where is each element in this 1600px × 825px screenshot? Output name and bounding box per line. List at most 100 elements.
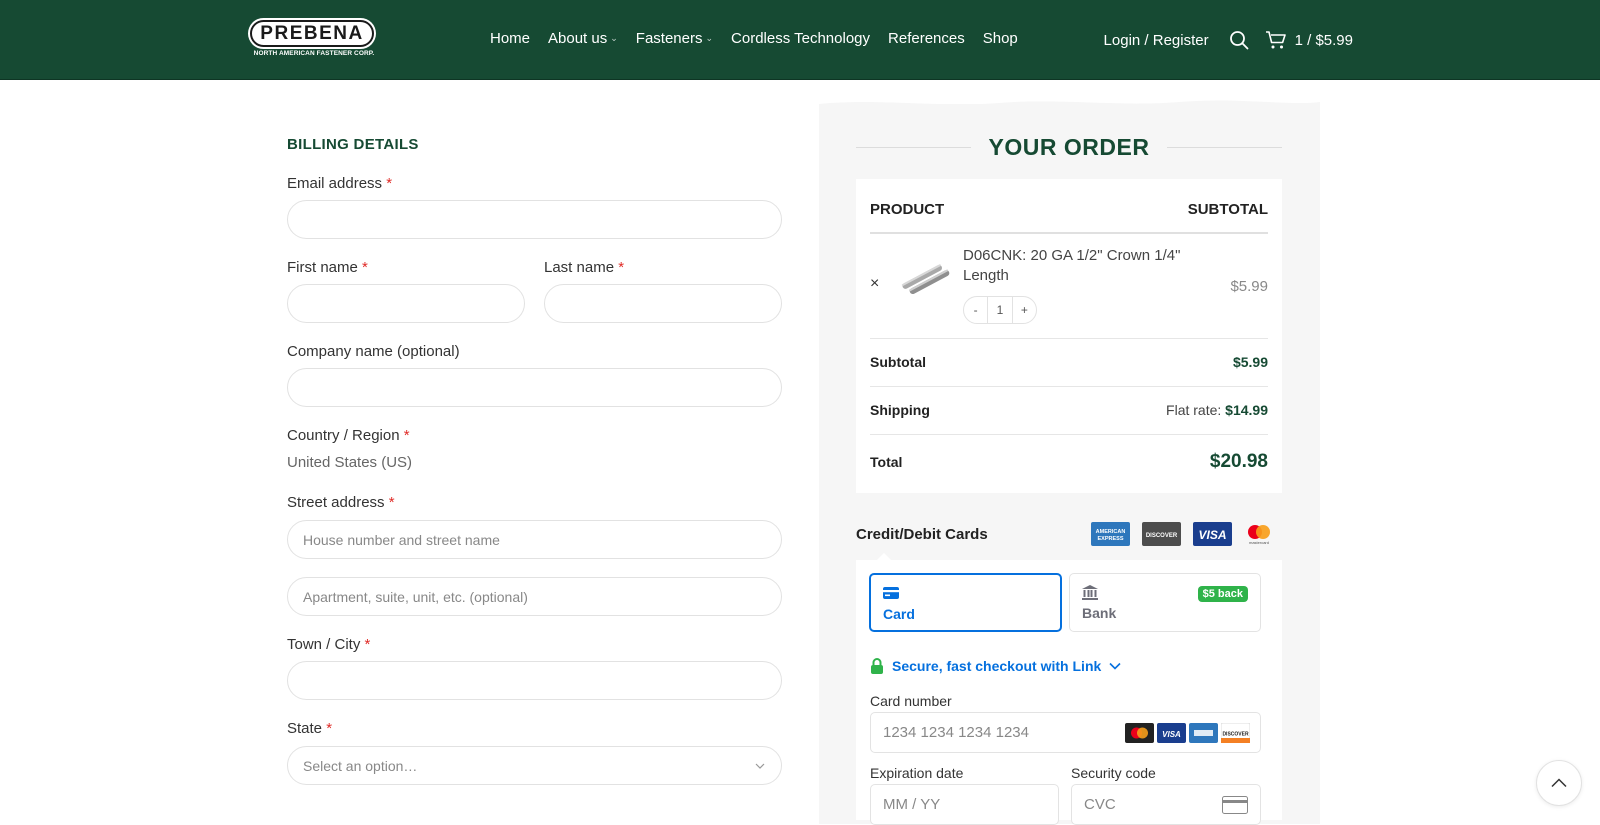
- nav-shop[interactable]: Shop: [983, 30, 1018, 47]
- tab-bank[interactable]: Bank $5 back: [1069, 573, 1261, 632]
- chevron-down-icon: [755, 763, 765, 769]
- quantity-stepper: - 1 +: [963, 296, 1037, 324]
- required-mark: *: [386, 175, 393, 192]
- shipping-label: Shipping: [870, 402, 930, 418]
- cart-icon[interactable]: [1265, 30, 1287, 50]
- nav-cordless-technology[interactable]: Cordless Technology: [731, 30, 870, 47]
- order-title-row: YOUR ORDER: [856, 132, 1282, 162]
- shipping-method: Flat rate: $14.99: [1166, 402, 1268, 418]
- bank-icon: [1082, 585, 1098, 600]
- panel-wave-edge: [819, 100, 1320, 112]
- last-name-label-text: Last name: [544, 259, 615, 276]
- logo-wordmark: PREBENA: [250, 20, 374, 47]
- first-name-field[interactable]: [287, 284, 525, 323]
- col-subtotal: SUBTOTAL: [1187, 201, 1268, 218]
- street-address-2-placeholder: Apartment, suite, unit, etc. (optional): [303, 588, 528, 605]
- last-name-field[interactable]: [544, 284, 782, 323]
- card-number-label: Card number: [870, 693, 952, 709]
- first-name-label: First name *: [287, 259, 368, 276]
- chevron-down-icon: [1109, 662, 1121, 670]
- cvc-card-icon: [1222, 795, 1248, 814]
- svg-text:AMERICAN: AMERICAN: [1096, 529, 1126, 535]
- nav-references[interactable]: References: [888, 30, 965, 47]
- billing-details-title: BILLING DETAILS: [287, 136, 419, 153]
- total-label: Total: [870, 454, 903, 470]
- header-actions: Login / Register 1 / $5.99: [1104, 30, 1353, 50]
- card-number-field[interactable]: 1234 1234 1234 1234 VISA DISCOVER: [870, 712, 1261, 753]
- visa-logo-icon: VISA: [1193, 522, 1232, 546]
- shipping-method-name: Flat rate:: [1166, 402, 1222, 418]
- order-title: YOUR ORDER: [988, 133, 1150, 160]
- divider: [870, 386, 1268, 387]
- cvc-field[interactable]: CVC: [1071, 784, 1261, 825]
- subtotal-value: $5.99: [1232, 354, 1268, 370]
- logo-tagline: NORTH AMERICAN FASTENER CORP.: [253, 50, 375, 57]
- street-address-2-field[interactable]: Apartment, suite, unit, etc. (optional): [287, 577, 782, 616]
- required-mark: *: [403, 427, 410, 444]
- subtotal-row: Subtotal $5.99: [870, 354, 1268, 370]
- payment-method-header: Credit/Debit Cards AMERICAN EXPRESS DISCO…: [856, 522, 1274, 546]
- city-field[interactable]: [287, 661, 782, 700]
- link-checkout-toggle[interactable]: Secure, fast checkout with Link: [870, 658, 1121, 674]
- tab-card-label: Card: [883, 606, 915, 622]
- mastercard-icon: [1125, 722, 1154, 743]
- order-table-header: PRODUCT SUBTOTAL: [870, 201, 1268, 218]
- lock-icon: [871, 658, 883, 674]
- country-value: United States (US): [287, 454, 413, 471]
- street-address-1-field[interactable]: House number and street name: [287, 520, 782, 559]
- country-label-text: Country / Region: [287, 427, 400, 444]
- col-product: PRODUCT: [870, 201, 945, 218]
- qty-decrease-button[interactable]: -: [964, 297, 987, 323]
- total-value: $20.98: [1209, 451, 1268, 472]
- nav-about-us[interactable]: About us ⌄: [548, 30, 618, 47]
- remove-item-icon[interactable]: ×: [870, 275, 879, 293]
- company-field[interactable]: [287, 368, 782, 407]
- item-price: $5.99: [1230, 278, 1268, 295]
- svg-text:DISCOVER: DISCOVER: [1222, 731, 1249, 737]
- site-header: PREBENA NORTH AMERICAN FASTENER CORP. Ho…: [0, 0, 1600, 80]
- product-name[interactable]: D06CNK: 20 GA 1/2" Crown 1/4" Length: [963, 246, 1203, 286]
- cvc-placeholder: CVC: [1084, 796, 1116, 813]
- shipping-row: Shipping Flat rate: $14.99: [870, 402, 1268, 418]
- street-label: Street address *: [287, 494, 395, 511]
- nav-home[interactable]: Home: [490, 30, 530, 47]
- logo[interactable]: PREBENA NORTH AMERICAN FASTENER CORP.: [250, 20, 378, 62]
- cart-summary[interactable]: 1 / $5.99: [1295, 32, 1353, 49]
- company-label: Company name (optional): [287, 343, 460, 360]
- qty-increase-button[interactable]: +: [1013, 297, 1036, 323]
- email-field[interactable]: [287, 200, 782, 239]
- amex-icon: [1189, 722, 1218, 743]
- tab-bank-label: Bank: [1082, 605, 1117, 621]
- chevron-up-icon: [1551, 778, 1567, 788]
- required-mark: *: [326, 720, 333, 737]
- svg-text:DISCOVER: DISCOVER: [1146, 533, 1178, 539]
- expiry-field[interactable]: MM / YY: [870, 784, 1059, 825]
- search-icon[interactable]: [1229, 30, 1249, 50]
- nav-shop-label: Shop: [982, 30, 1018, 47]
- state-label-text: State: [287, 720, 323, 737]
- order-review-table: PRODUCT SUBTOTAL × D06CNK: 20 GA 1/2" Cr…: [856, 179, 1282, 493]
- card-brand-icons: VISA DISCOVER: [1125, 722, 1250, 743]
- cvc-label: Security code: [1071, 765, 1156, 781]
- link-checkout-text: Secure, fast checkout with Link: [892, 658, 1102, 674]
- login-register-link[interactable]: Login / Register: [1104, 32, 1209, 49]
- expiry-placeholder: MM / YY: [883, 796, 941, 813]
- nav-fasteners[interactable]: Fasteners ⌄: [636, 30, 713, 47]
- svg-text:mastercard: mastercard: [1249, 540, 1269, 545]
- divider: [870, 338, 1268, 339]
- nav-references-label: References: [888, 30, 965, 47]
- city-label-text: Town / City: [287, 636, 361, 653]
- state-select[interactable]: Select an option…: [287, 746, 782, 785]
- discover-icon: DISCOVER: [1221, 722, 1250, 743]
- discover-logo-icon: DISCOVER: [1142, 522, 1181, 546]
- nav-fasteners-label: Fasteners: [635, 30, 703, 47]
- street-address-1-placeholder: House number and street name: [303, 531, 500, 548]
- payment-method-title[interactable]: Credit/Debit Cards: [856, 526, 988, 543]
- tab-card[interactable]: Card: [869, 573, 1062, 632]
- last-name-label: Last name *: [544, 259, 624, 276]
- payment-notch: [876, 553, 892, 561]
- product-thumbnail[interactable]: [896, 251, 954, 309]
- chevron-down-icon: ⌄: [705, 33, 714, 43]
- scroll-to-top-button[interactable]: [1536, 760, 1582, 806]
- qty-input[interactable]: 1: [987, 297, 1013, 323]
